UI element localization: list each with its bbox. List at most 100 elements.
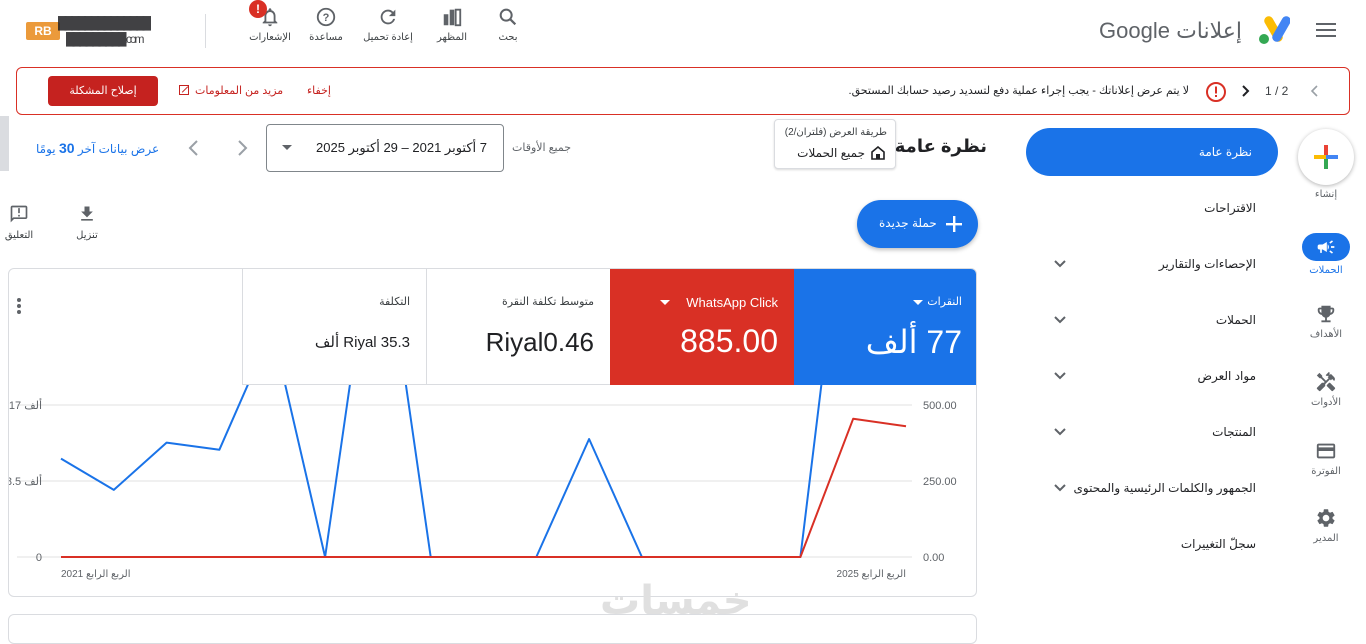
- chevron-down-icon[interactable]: [1052, 480, 1068, 496]
- date-range-picker[interactable]: 7 أكتوبر 2021 – 29 أكتوبر 2025: [266, 124, 504, 172]
- nav-item-change-history[interactable]: سجلّ التغييرات: [1181, 537, 1256, 551]
- alert-banner: إصلاح المشكلة مزيد من المعلومات إخفاء لا…: [16, 67, 1350, 115]
- create-button[interactable]: [1298, 129, 1354, 185]
- metric-clicks[interactable]: النقرات 77 ألف: [794, 269, 976, 385]
- last-days-link[interactable]: عرض بيانات آخر 30 يومًا: [36, 140, 159, 156]
- view-filter-label: طريقة العرض (فلتران/2): [784, 127, 887, 138]
- account-info[interactable]: RB ██████████████ █████████.com: [18, 14, 203, 48]
- view-filter-value: جميع الحملات: [797, 146, 865, 160]
- dismiss-link[interactable]: إخفاء: [307, 84, 331, 97]
- last-days-suffix: يومًا: [36, 142, 56, 156]
- rail-admin-label: المدير: [1313, 533, 1339, 544]
- menu-icon[interactable]: [1316, 22, 1336, 38]
- date-range-value: 7 أكتوبر 2021 – 29 أكتوبر 2025: [316, 140, 487, 155]
- x-axis-end-label: الربع الرابع 2025: [837, 569, 906, 580]
- prev-alert-chevron-icon[interactable]: [1239, 84, 1253, 98]
- chevron-down-icon[interactable]: [1052, 312, 1068, 328]
- next-card: [8, 614, 977, 644]
- fix-issue-button[interactable]: إصلاح المشكلة: [48, 76, 158, 106]
- more-vert-icon[interactable]: [15, 297, 23, 315]
- right-axis-tick-label: 500.00: [923, 400, 957, 412]
- new-campaign-label: حملة جديدة: [879, 216, 937, 230]
- search-label: بحث: [498, 32, 518, 43]
- dropdown-arrow-icon: [281, 144, 293, 152]
- nav-item-recommendations[interactable]: الاقتراحات: [1204, 201, 1256, 215]
- appearance-button[interactable]: المظهر: [424, 6, 480, 50]
- metric-clicks-label: النقرات: [927, 296, 962, 308]
- plus-icon: [945, 215, 963, 233]
- credit-card-icon: [1315, 440, 1337, 462]
- nav-overview-label: نظرة عامة: [1198, 145, 1252, 159]
- nav-item-products[interactable]: المنتجات: [1212, 425, 1256, 439]
- plus-icon: [1313, 144, 1339, 170]
- watermark-logo: خمسات: [600, 579, 752, 623]
- help-button[interactable]: ? مساعدة: [298, 6, 354, 50]
- svg-text:?: ?: [323, 12, 330, 24]
- x-axis-start-label: الربع الرابع 2021: [61, 569, 130, 580]
- refresh-icon: [377, 6, 399, 28]
- feedback-icon: [9, 204, 29, 224]
- learn-more-link[interactable]: مزيد من المعلومات: [179, 84, 283, 97]
- left-axis-tick-label: 8.5 ألف: [9, 474, 42, 488]
- chevron-down-icon[interactable]: [1052, 368, 1068, 384]
- account-logo: RB: [26, 22, 60, 40]
- google-ads-logo-icon[interactable]: [1256, 14, 1290, 46]
- nav-overview-item[interactable]: نظرة عامة: [1026, 128, 1278, 176]
- rail-admin[interactable]: المدير: [1296, 507, 1356, 544]
- chevron-down-icon[interactable]: [1052, 256, 1068, 272]
- metric-clicks-value: 77 ألف: [865, 324, 962, 360]
- dropdown-arrow-icon[interactable]: [660, 300, 670, 306]
- next-period-chevron-icon[interactable]: [233, 138, 251, 158]
- metric-avg-cpc[interactable]: متوسط تكلفة النقرة Riyal0.46: [426, 269, 610, 385]
- left-axis-tick-label: 17 ألف: [9, 398, 42, 412]
- reload-button[interactable]: إعادة تحميل: [360, 6, 416, 50]
- rail-create-label: إنشاء: [1314, 189, 1338, 200]
- overview-line-chart: 0 0.00 8.5 ألف 250.00 17 ألف 500.00 الربع الرا…: [9, 385, 957, 580]
- metric-whatsapp-value: 885.00: [680, 323, 778, 359]
- trophy-icon: [1315, 303, 1337, 325]
- prev-period-chevron-icon[interactable]: [185, 138, 203, 158]
- store-icon: [871, 146, 885, 160]
- chevron-down-icon[interactable]: [1052, 424, 1068, 440]
- right-axis-tick-label: 0.00: [923, 552, 944, 564]
- reload-label: إعادة تحميل: [363, 32, 413, 43]
- search-button[interactable]: بحث: [480, 6, 536, 50]
- rail-tools[interactable]: الأدوات: [1296, 371, 1356, 408]
- overview-card: التكلفة Riyal 35.3 ألف متوسط تكلفة النقر…: [8, 268, 977, 597]
- last-days-number: 30: [58, 140, 75, 156]
- metric-whatsapp-click[interactable]: WhatsApp Click 885.00: [610, 269, 794, 385]
- learn-more-label: مزيد من المعلومات: [195, 85, 284, 97]
- view-filter[interactable]: طريقة العرض (فلتران/2) جميع الحملات: [774, 119, 896, 169]
- metric-whatsapp-label-text: WhatsApp Click: [686, 295, 778, 310]
- new-campaign-button[interactable]: حملة جديدة: [857, 200, 978, 248]
- alert-message: لا يتم عرض إعلاناتك - يجب إجراء عملية دف…: [848, 85, 1189, 97]
- notifications-button[interactable]: الإشعارات !: [242, 0, 298, 50]
- dropdown-arrow-icon[interactable]: [913, 300, 923, 306]
- rail-billing-label: الفوترة: [1311, 466, 1341, 477]
- alert-pager: 1 / 2: [1265, 84, 1289, 98]
- rail-goals[interactable]: الأهداف: [1296, 303, 1356, 340]
- nav-item-insights-reports[interactable]: الإحصاءات والتقارير: [1159, 257, 1256, 271]
- next-alert-chevron-icon[interactable]: [1307, 84, 1321, 98]
- download-button[interactable]: تنزيل: [70, 204, 104, 241]
- download-icon: [77, 204, 97, 224]
- metric-cost-label: التكلفة: [379, 296, 410, 308]
- notifications-label: الإشعارات: [249, 32, 291, 43]
- appearance-label: المظهر: [437, 32, 467, 43]
- comment-label: التعليق: [4, 230, 34, 241]
- rail-billing[interactable]: الفوترة: [1296, 440, 1356, 477]
- product-name: إعلانات Google: [1099, 18, 1242, 43]
- metric-cost[interactable]: التكلفة Riyal 35.3 ألف: [242, 269, 426, 385]
- help-label: مساعدة: [309, 32, 343, 43]
- series-line-1: [60, 385, 823, 558]
- left-axis-tick-label: 0: [36, 552, 42, 564]
- rail-campaigns[interactable]: الحملات: [1296, 233, 1356, 276]
- notification-badge: !: [249, 0, 267, 18]
- search-icon: [497, 6, 519, 28]
- rail-goals-label: الأهداف: [1309, 329, 1343, 340]
- comment-button[interactable]: التعليق: [4, 204, 34, 241]
- nav-item-campaigns[interactable]: الحملات: [1216, 313, 1256, 327]
- nav-item-audiences-keywords[interactable]: الجمهور والكلمات الرئيسية والمحتوى: [1074, 481, 1257, 495]
- last-days-prefix: عرض بيانات آخر: [77, 142, 160, 156]
- nav-item-assets[interactable]: مواد العرض: [1197, 369, 1256, 383]
